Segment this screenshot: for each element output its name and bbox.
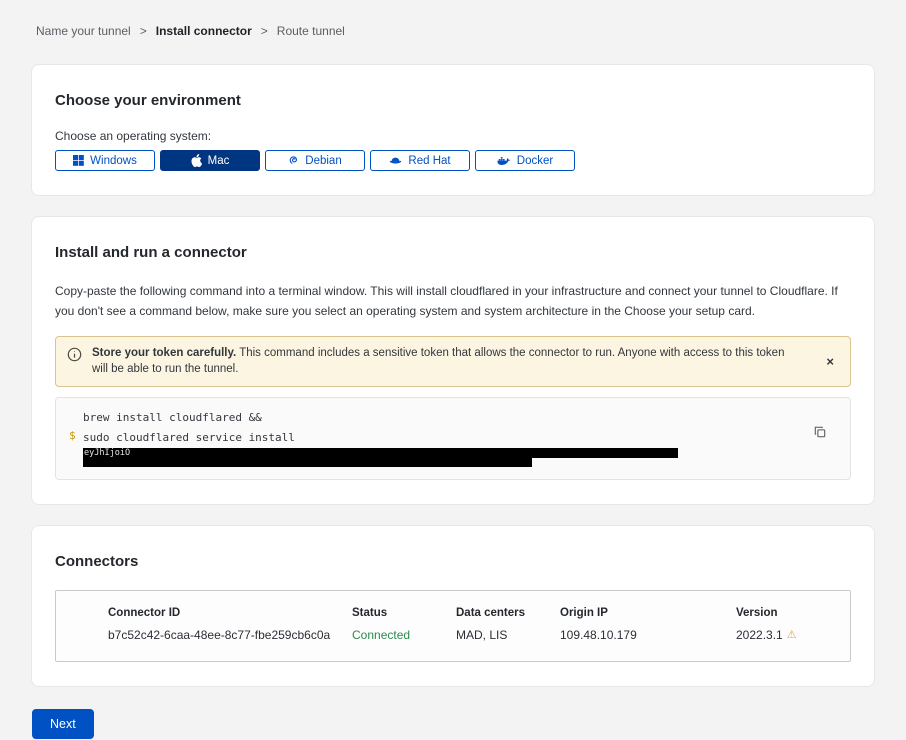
apple-icon — [191, 154, 202, 167]
alert-text-bold: Store your token carefully. — [92, 347, 236, 359]
install-description: Copy-paste the following command into a … — [55, 281, 851, 322]
connector-id-cell: b7c52c42-6caa-48ee-8c77-fbe259cb6c0a — [108, 628, 352, 642]
os-button-mac[interactable]: Mac — [160, 150, 260, 171]
code-line-2: sudo cloudflared service install — [83, 428, 808, 448]
os-button-label: Windows — [90, 155, 137, 167]
install-command-block: $ brew install cloudflared && sudo cloud… — [55, 397, 851, 480]
os-button-group: Windows Mac Debian — [55, 150, 851, 171]
column-header-origin-ip: Origin IP — [560, 607, 736, 619]
os-button-label: Debian — [305, 155, 341, 167]
os-button-docker[interactable]: Docker — [475, 150, 575, 171]
version-warning-icon: ⚠ — [787, 630, 797, 641]
breadcrumb-separator: > — [261, 24, 268, 38]
version-value: 2022.3.1 — [736, 628, 783, 642]
connectors-card: Connectors Connector ID Status Data cent… — [31, 525, 875, 687]
info-icon — [67, 347, 82, 368]
status-badge: Connected — [352, 628, 456, 642]
next-button[interactable]: Next — [32, 709, 94, 739]
version-cell: 2022.3.1 ⚠ — [736, 628, 850, 642]
copy-icon[interactable] — [812, 424, 828, 443]
os-button-label: Mac — [208, 155, 230, 167]
redacted-token-bar — [83, 458, 532, 467]
shell-prompt: $ — [69, 429, 76, 442]
os-button-redhat[interactable]: Red Hat — [370, 150, 470, 171]
column-header-data-centers: Data centers — [456, 607, 560, 619]
connectors-card-title: Connectors — [55, 553, 851, 570]
windows-icon — [73, 155, 84, 166]
column-header-version: Version — [736, 607, 850, 619]
token-warning-alert: Store your token carefully. This command… — [55, 336, 851, 387]
breadcrumb-step-route-tunnel[interactable]: Route tunnel — [277, 24, 345, 38]
breadcrumb: Name your tunnel > Install connector > R… — [0, 0, 906, 64]
redacted-token-bar: eyJhIjoiO — [83, 448, 678, 458]
os-button-label: Docker — [517, 155, 553, 167]
column-header-connector-id: Connector ID — [108, 607, 352, 619]
token-prefix: eyJhIjoiO — [84, 448, 130, 458]
environment-card: Choose your environment Choose an operat… — [31, 64, 875, 196]
alert-text: Store your token carefully. This command… — [92, 345, 812, 378]
origin-ip-cell: 109.48.10.179 — [560, 628, 736, 642]
close-icon[interactable]: × — [822, 353, 838, 370]
environment-card-title: Choose your environment — [55, 92, 851, 109]
os-button-label: Red Hat — [408, 155, 450, 167]
install-card-title: Install and run a connector — [55, 244, 851, 261]
breadcrumb-step-name-tunnel[interactable]: Name your tunnel — [36, 24, 131, 38]
os-select-label: Choose an operating system: — [55, 129, 851, 143]
redhat-icon — [389, 156, 402, 165]
docker-icon — [497, 155, 511, 166]
column-header-status: Status — [352, 607, 456, 619]
connectors-table: Connector ID Status Data centers Origin … — [55, 590, 851, 662]
data-centers-cell: MAD, LIS — [456, 628, 560, 642]
os-button-windows[interactable]: Windows — [55, 150, 155, 171]
breadcrumb-step-install-connector[interactable]: Install connector — [156, 24, 252, 38]
debian-icon — [288, 155, 299, 166]
install-card: Install and run a connector Copy-paste t… — [31, 216, 875, 505]
os-button-debian[interactable]: Debian — [265, 150, 365, 171]
code-line-1: brew install cloudflared && — [83, 408, 808, 428]
breadcrumb-separator: > — [140, 24, 147, 38]
